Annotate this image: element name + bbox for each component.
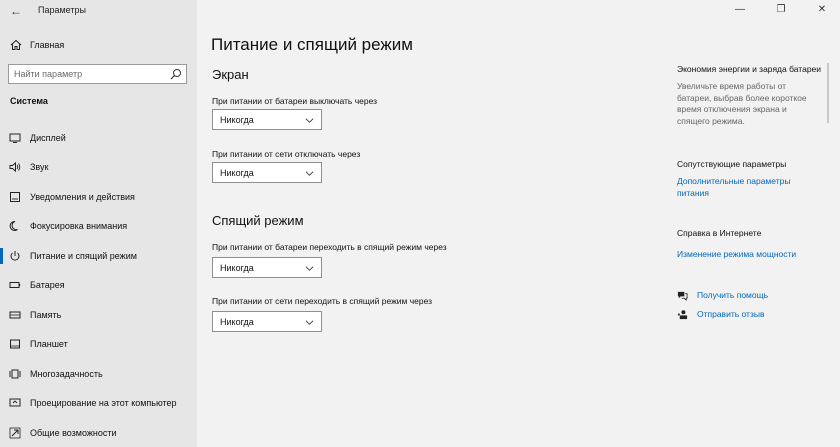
send-feedback-label: Отправить отзыв: [697, 309, 765, 319]
sidebar-item-battery[interactable]: Батарея: [0, 273, 197, 297]
notifications-icon: [10, 192, 20, 202]
sidebar-item-storage[interactable]: Память: [0, 303, 197, 327]
get-help-link[interactable]: Получить помощь: [677, 289, 817, 303]
saver-heading: Экономия энергии и заряда батареи: [677, 64, 822, 74]
chevron-down-icon: [305, 320, 314, 325]
screen-ac-label: При питании от сети отключать через: [212, 149, 361, 159]
screen-battery-label: При питании от батареи выключать через: [212, 96, 378, 106]
sidebar-item-sound[interactable]: Звук: [0, 155, 197, 179]
screen-section-title: Экран: [212, 67, 249, 82]
storage-icon: [9, 311, 21, 319]
selection-indicator: [0, 248, 3, 264]
sleep-ac-label: При питании от сети переходить в спящий …: [212, 296, 433, 306]
sidebar-item-label: Общие возможности: [30, 428, 117, 438]
saver-text: Увеличьте время работы от батареи, выбра…: [677, 81, 807, 126]
sidebar-item-label: Батарея: [30, 280, 65, 290]
page-title: Питание и спящий режим: [211, 35, 413, 54]
sidebar-item-label: Дисплей: [30, 133, 66, 143]
dropdown-value: Никогда: [220, 263, 254, 273]
speaker-icon: [9, 161, 21, 173]
close-icon[interactable]: ✕: [815, 3, 829, 17]
display-icon: [9, 133, 21, 143]
chevron-down-icon: [305, 266, 314, 271]
settings-window: ← Параметры Главная Система Дисплей: [0, 0, 840, 447]
search-icon[interactable]: [170, 68, 182, 80]
screen-ac-dropdown[interactable]: Никогда: [212, 162, 322, 183]
focus-assist-icon: [9, 220, 18, 231]
get-help-label: Получить помощь: [697, 290, 769, 300]
send-feedback-link[interactable]: Отправить отзыв: [677, 308, 817, 322]
change-power-mode-link[interactable]: Изменение режима мощности: [677, 249, 812, 261]
sidebar-item-label: Фокусировка внимания: [30, 221, 128, 231]
sidebar-item-label: Главная: [30, 40, 65, 50]
window-controls: — ❐ ✕: [710, 0, 840, 22]
battery-icon: [9, 282, 21, 288]
sidebar-item-shared-experiences[interactable]: Общие возможности: [0, 421, 197, 445]
sidebar-item-focus-assist[interactable]: Фокусировка внимания: [0, 214, 197, 238]
sidebar-item-tablet[interactable]: Планшет: [0, 332, 197, 356]
sidebar-item-label: Память: [30, 310, 62, 320]
additional-power-settings-link[interactable]: Дополнительные параметры питания: [677, 176, 812, 199]
minimize-icon[interactable]: —: [733, 3, 747, 17]
scrollbar[interactable]: [827, 63, 829, 123]
tablet-icon: [10, 339, 20, 349]
chevron-down-icon: [305, 118, 314, 123]
sleep-battery-dropdown[interactable]: Никогда: [212, 257, 322, 278]
web-help-heading: Справка в Интернете: [677, 228, 762, 238]
title-bar: ← Параметры: [0, 0, 197, 22]
related-settings-heading: Сопутствующие параметры: [677, 159, 787, 169]
sidebar-item-label: Звук: [30, 162, 49, 172]
feedback-icon: [677, 310, 688, 320]
sidebar-item-multitasking[interactable]: Многозадачность: [0, 362, 197, 386]
restore-icon[interactable]: ❐: [774, 3, 788, 17]
sidebar-item-notifications[interactable]: Уведомления и действия: [0, 185, 197, 209]
screen-battery-dropdown[interactable]: Никогда: [212, 109, 322, 130]
sleep-ac-dropdown[interactable]: Никогда: [212, 311, 322, 332]
search-input[interactable]: [9, 65, 164, 83]
sidebar-item-power-sleep[interactable]: Питание и спящий режим: [0, 244, 197, 268]
app-title: Параметры: [38, 5, 86, 15]
projecting-icon: [9, 398, 21, 407]
main-content: — ❐ ✕ Питание и спящий режим Экран При п…: [197, 0, 840, 447]
sidebar: ← Параметры Главная Система Дисплей: [0, 0, 197, 447]
sidebar-item-projecting[interactable]: Проецирование на этот компьютер: [0, 391, 197, 415]
sidebar-item-label: Питание и спящий режим: [30, 251, 137, 261]
home-icon: [10, 39, 22, 50]
sidebar-item-label: Проецирование на этот компьютер: [30, 398, 177, 408]
section-header: Система: [10, 96, 48, 106]
sidebar-item-label: Уведомления и действия: [30, 192, 135, 202]
sleep-battery-label: При питании от батареи переходить в спящ…: [212, 242, 447, 252]
multitasking-icon: [9, 369, 21, 379]
sleep-section-title: Спящий режим: [212, 213, 304, 228]
shared-experiences-icon: [9, 427, 21, 439]
sidebar-item-display[interactable]: Дисплей: [0, 126, 197, 150]
chevron-down-icon: [305, 171, 314, 176]
power-icon: [10, 251, 20, 261]
back-arrow-icon[interactable]: ←: [6, 2, 26, 20]
sidebar-item-label: Планшет: [30, 339, 68, 349]
dropdown-value: Никогда: [220, 115, 254, 125]
sidebar-item-home[interactable]: Главная: [0, 36, 197, 56]
search-box[interactable]: [8, 64, 187, 84]
dropdown-value: Никогда: [220, 317, 254, 327]
dropdown-value: Никогда: [220, 168, 254, 178]
help-chat-icon: [677, 291, 688, 301]
sidebar-item-label: Многозадачность: [30, 369, 103, 379]
